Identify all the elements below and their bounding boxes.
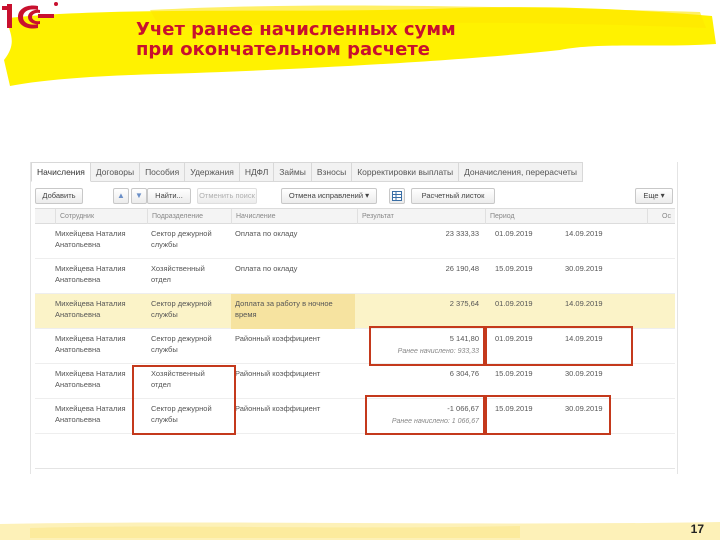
arrow-down-icon: ▼	[135, 191, 143, 200]
accrual-line-1: Доплата за работу в ночное	[235, 299, 333, 308]
cell-employee: Михейцева Наталия Анатольевна	[55, 298, 147, 320]
callout-box-department	[132, 365, 236, 435]
department-line-1: Сектор дежурной	[151, 334, 212, 343]
employee-line-1: Михейцева Наталия	[55, 299, 126, 308]
cancel-corrections-label: Отмена исправлений	[288, 191, 364, 200]
table-row[interactable]: Михейцева Наталия Анатольевна Хозяйственн…	[35, 364, 675, 399]
cell-period-to: 30.09.2019	[565, 369, 603, 378]
employee-line-2: Анатольевна	[55, 275, 101, 284]
employee-line-2: Анатольевна	[55, 310, 101, 319]
cell-employee: Михейцева Наталия Анатольевна	[55, 263, 147, 285]
page-number: 17	[690, 522, 704, 536]
cell-accrual: Районный коэффициент	[235, 369, 321, 378]
cell-department: Хозяйственный отдел	[151, 263, 231, 285]
callout-box-result-2	[365, 395, 485, 435]
col-employee[interactable]: Сотрудник	[55, 209, 147, 224]
add-button[interactable]: Добавить	[35, 188, 83, 204]
table-bottom-border	[35, 468, 675, 469]
cell-period-from: 15.09.2019	[495, 369, 533, 378]
callout-box-period-2	[485, 395, 611, 435]
move-up-button[interactable]: ▲	[113, 188, 129, 204]
col-period[interactable]: Период	[485, 209, 647, 224]
cell-period-from: 01.09.2019	[495, 229, 533, 238]
tab-benefits[interactable]: Пособия	[140, 162, 186, 182]
cancel-corrections-button[interactable]: Отмена исправлений ▾	[281, 188, 377, 204]
toolbar: Добавить ▲ ▼ Найти... Отменить поиск Отм…	[31, 186, 679, 206]
cell-accrual: Районный коэффициент	[235, 334, 321, 343]
tab-accruals[interactable]: Начисления	[31, 162, 91, 182]
cell-period-from: 15.09.2019	[495, 264, 533, 273]
cell-department: Сектор дежурной службы	[151, 298, 231, 320]
slide-header: Учет ранее начисленных сумм при окончате…	[0, 0, 720, 92]
tab-bar: Начисления Договоры Пособия Удержания НД…	[31, 162, 584, 182]
cell-accrual: Доплата за работу в ночное время	[235, 298, 355, 320]
move-down-button[interactable]: ▼	[131, 188, 147, 204]
more-button[interactable]: Еще ▾	[635, 188, 673, 204]
department-line-2: отдел	[151, 275, 171, 284]
cell-accrual: Оплата по окладу	[235, 229, 298, 238]
1c-logo-icon	[2, 2, 58, 29]
col-accrual[interactable]: Начисление	[231, 209, 357, 224]
department-line-2: службы	[151, 310, 178, 319]
accrual-line-2: время	[235, 310, 257, 319]
employee-line-1: Михейцева Наталия	[55, 334, 126, 343]
department-line-2: службы	[151, 240, 178, 249]
spreadsheet-button[interactable]	[389, 188, 405, 204]
more-label: Еще	[643, 191, 659, 200]
arrow-up-icon: ▲	[117, 191, 125, 200]
slide-title: Учет ранее начисленных сумм при окончате…	[136, 20, 456, 60]
cell-result: 23 333,33	[445, 229, 479, 238]
tab-recalculations[interactable]: Доначисления, перерасчеты	[459, 162, 584, 182]
cancel-search-button[interactable]: Отменить поиск	[197, 188, 257, 204]
find-button[interactable]: Найти...	[147, 188, 191, 204]
tab-contributions[interactable]: Взносы	[311, 162, 353, 182]
cell-employee: Михейцева Наталия Анатольевна	[55, 333, 147, 355]
tab-loans[interactable]: Займы	[274, 162, 312, 182]
more-dropdown-icon: ▾	[660, 191, 665, 200]
callout-box-result-1	[369, 326, 485, 366]
cell-accrual: Оплата по окладу	[235, 264, 298, 273]
cell-period-from: 01.09.2019	[495, 299, 533, 308]
table-row[interactable]: Михейцева Наталия Анатольевна Сектор дежу…	[35, 224, 675, 259]
payslip-button[interactable]: Расчетный листок	[411, 188, 495, 204]
tab-payment-corrections[interactable]: Корректировки выплаты	[352, 162, 460, 182]
department-line-1: Хозяйственный	[151, 264, 205, 273]
col-result[interactable]: Результат	[357, 209, 483, 224]
cell-period-to: 14.09.2019	[565, 299, 603, 308]
department-line-1: Сектор дежурной	[151, 229, 212, 238]
slide-title-line-1: Учет ранее начисленных сумм	[136, 19, 456, 40]
callout-box-period-1	[485, 326, 633, 366]
cell-department: Сектор дежурной службы	[151, 333, 231, 355]
cell-period-to: 14.09.2019	[565, 229, 603, 238]
tab-deductions[interactable]: Удержания	[185, 162, 240, 182]
col-department[interactable]: Подразделение	[147, 209, 231, 224]
department-line-1: Сектор дежурной	[151, 299, 212, 308]
col-extra[interactable]: Ос	[647, 209, 675, 224]
tab-contracts[interactable]: Договоры	[90, 162, 141, 182]
table-header: Сотрудник Подразделение Начисление Резул…	[35, 208, 675, 224]
employee-line-1: Михейцева Наталия	[55, 229, 126, 238]
slide-title-line-2: при окончательном расчете	[136, 39, 430, 60]
dropdown-arrow-icon: ▾	[365, 191, 370, 200]
cell-employee: Михейцева Наталия Анатольевна	[55, 228, 147, 250]
employee-line-2: Анатольевна	[55, 345, 101, 354]
spreadsheet-icon	[392, 191, 402, 201]
cell-result: 6 304,76	[449, 369, 479, 378]
table-row[interactable]: Михейцева Наталия Анатольевна Хозяйственн…	[35, 259, 675, 294]
cell-department: Сектор дежурной службы	[151, 228, 231, 250]
footer-highlighter-strip	[0, 522, 720, 540]
cell-accrual: Районный коэффициент	[235, 404, 321, 413]
department-line-2: службы	[151, 345, 178, 354]
table-row-selected[interactable]: Михейцева Наталия Анатольевна Сектор дежу…	[35, 294, 675, 329]
employee-line-1: Михейцева Наталия	[55, 264, 126, 273]
cell-period-to: 30.09.2019	[565, 264, 603, 273]
cell-result: 2 375,64	[449, 299, 479, 308]
tab-ndfl[interactable]: НДФЛ	[239, 162, 275, 182]
employee-line-2: Анатольевна	[55, 240, 101, 249]
cell-result: 26 190,48	[445, 264, 479, 273]
